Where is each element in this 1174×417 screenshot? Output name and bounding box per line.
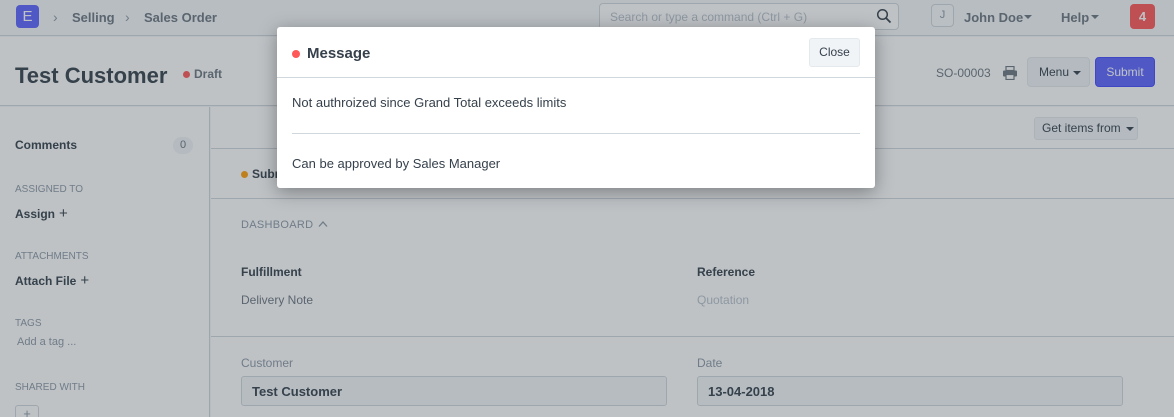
dialog-header: Message Close (277, 27, 875, 78)
message-dialog: Message Close Not authroized since Grand… (277, 27, 875, 188)
indicator-dot (292, 50, 300, 58)
dialog-divider (292, 133, 860, 134)
dialog-title: Message (307, 45, 371, 62)
close-button[interactable]: Close (809, 38, 860, 67)
dialog-message: Can be approved by Sales Manager (292, 156, 501, 171)
dialog-message: Not authroized since Grand Total exceeds… (292, 95, 567, 110)
